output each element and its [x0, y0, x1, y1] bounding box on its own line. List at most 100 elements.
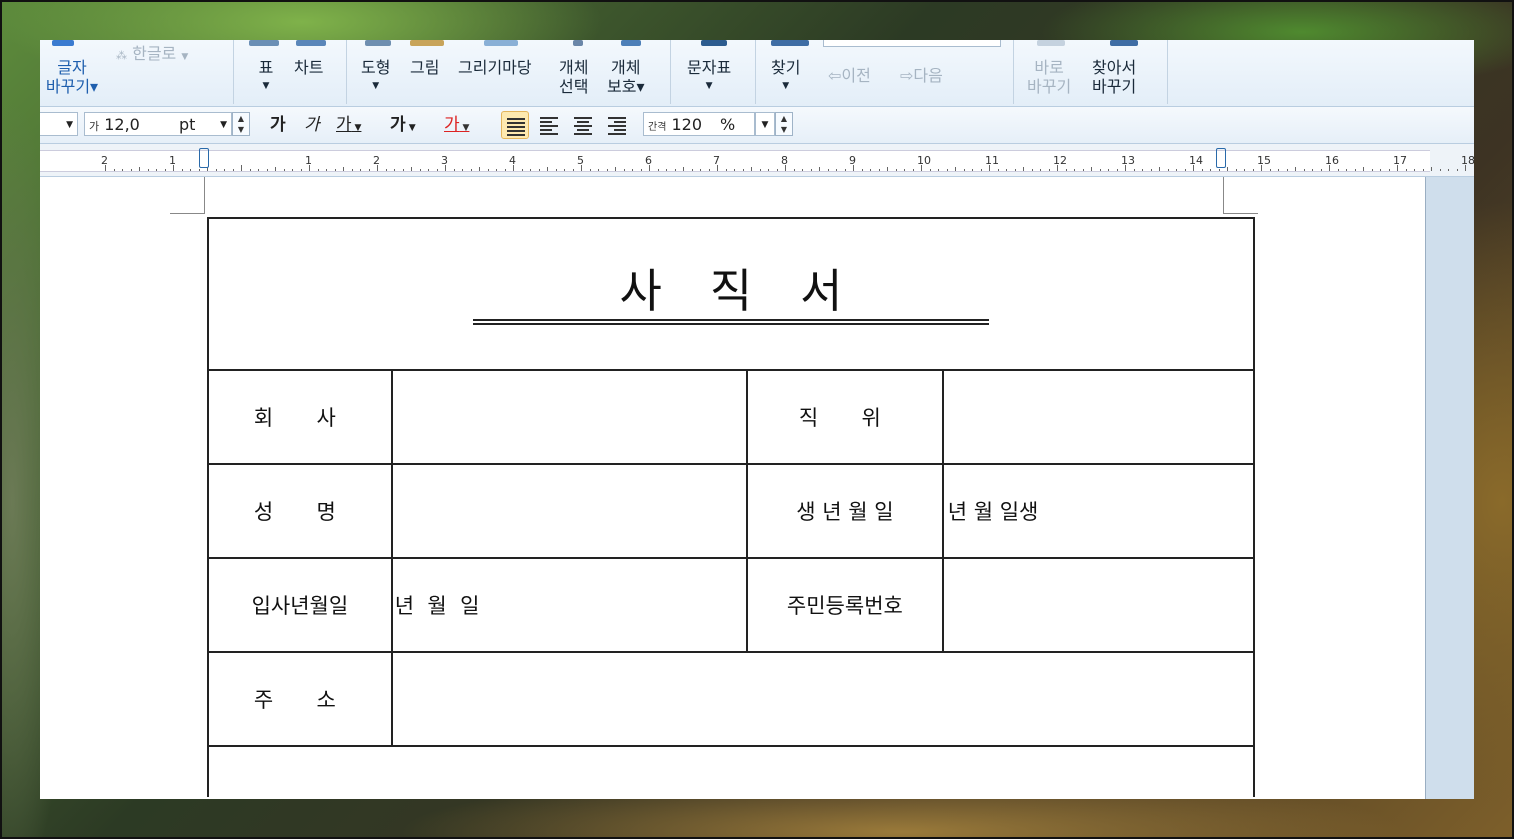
- line-spacing-dropdown[interactable]: ▼: [755, 112, 775, 136]
- ruler-tick: [513, 165, 514, 171]
- char-replace-label-2: 바꾸기▾: [45, 77, 99, 96]
- picture-button[interactable]: 그림: [410, 40, 444, 77]
- content-cell[interactable]: [207, 745, 1255, 797]
- ruler-tick: [1150, 169, 1152, 171]
- ruler-tick: [963, 169, 965, 171]
- shape-button[interactable]: 도형 ▼: [361, 40, 391, 96]
- birthdate-label-cell[interactable]: 생 년 월 일: [746, 463, 944, 559]
- font-color-button[interactable]: 가 ▼: [444, 112, 469, 138]
- char-map-button[interactable]: 문자표 ▼: [687, 40, 731, 96]
- chart-icon: [296, 40, 326, 46]
- document-page[interactable]: 사직서 회 사 직 위 성 명 생 년 월 일 년 월 일생 입사년월일 년 월…: [40, 177, 1425, 799]
- font-name-combo[interactable]: ▼: [40, 112, 78, 136]
- font-size-spinner[interactable]: ▲ ▼: [232, 112, 250, 136]
- address-value-cell[interactable]: [390, 651, 1256, 747]
- horizontal-ruler[interactable]: 2 1 1 2 3 4 5 6 7 8 9 10 11 12 13 14 15 16 17 18: [40, 144, 1474, 177]
- replace-button[interactable]: 바로 바꾸기: [1027, 40, 1072, 96]
- ruler-tick: [300, 169, 302, 171]
- ruler-number: 14: [1189, 154, 1203, 167]
- hire-date-label-cell[interactable]: 입사년월일: [207, 557, 393, 653]
- margin-corner-left: [170, 177, 205, 214]
- ruler-tick: [1456, 169, 1458, 171]
- object-protect-button[interactable]: 개체 보호▾: [607, 40, 644, 96]
- outline-button[interactable]: 가 ▼: [390, 112, 416, 138]
- ruler-tick: [759, 169, 761, 171]
- position-value-cell[interactable]: [941, 369, 1256, 465]
- char-replace-button[interactable]: 글자 바꾸기▾: [40, 40, 104, 96]
- company-value-cell[interactable]: [390, 369, 749, 465]
- ruler-tick: [1014, 169, 1016, 171]
- ruler-tick: [1159, 167, 1160, 171]
- right-align-button[interactable]: [603, 111, 631, 139]
- ruler-tick: [844, 169, 846, 171]
- line-spacing-combo[interactable]: 간격 120 %: [643, 112, 755, 136]
- ruler-tick: [1133, 169, 1135, 171]
- ruler-tick: [139, 167, 140, 171]
- ruler-tick: [632, 169, 633, 171]
- table-button[interactable]: 표 ▼: [249, 40, 279, 96]
- ruler-tick: [1414, 169, 1415, 171]
- prev-button[interactable]: ⇦이전: [828, 66, 871, 85]
- replace-label-2: 바꾸기: [1027, 77, 1072, 96]
- company-label-cell[interactable]: 회 사: [207, 369, 393, 465]
- ruler-tick: [1142, 169, 1143, 171]
- ruler-tick: [776, 169, 778, 171]
- name-label: 성 명: [253, 500, 346, 524]
- resident-number-value-cell[interactable]: [941, 557, 1256, 653]
- title-cell[interactable]: 사직서: [207, 217, 1255, 371]
- position-label-cell[interactable]: 직 위: [746, 369, 944, 465]
- ruler-tick: [538, 169, 540, 171]
- ruler-number: 15: [1257, 154, 1271, 167]
- chart-button[interactable]: 차트: [294, 40, 326, 77]
- name-label-cell[interactable]: 성 명: [207, 463, 393, 559]
- ruler-tick: [938, 169, 939, 171]
- hanja-convert-label: 한글로: [132, 44, 177, 63]
- left-align-button[interactable]: [535, 111, 563, 139]
- ruler-tick: [198, 169, 200, 171]
- line-spacing-spinner[interactable]: ▲ ▼: [775, 112, 793, 136]
- ruler-tick: [861, 169, 863, 171]
- ruler-tick: [292, 169, 293, 171]
- ruler-tick: [725, 169, 727, 171]
- next-button[interactable]: ⇨다음: [900, 66, 943, 85]
- resident-number-label-cell[interactable]: 주민등록번호: [746, 557, 944, 653]
- ruler-tick: [674, 169, 676, 171]
- picture-label: 그림: [410, 58, 440, 77]
- ruler-tick: [190, 169, 191, 171]
- object-select-button[interactable]: 개체 선택: [559, 40, 588, 96]
- center-align-button[interactable]: [569, 111, 597, 139]
- birthdate-value-cell[interactable]: 년 월 일생: [941, 463, 1256, 559]
- find-input[interactable]: [823, 40, 1001, 47]
- shape-icon: [365, 40, 391, 46]
- ruler-tick: [700, 169, 701, 171]
- ruler-tick: [479, 167, 480, 171]
- ruler-tick: [751, 167, 752, 171]
- underline-button[interactable]: 가 ▼: [336, 112, 361, 138]
- ruler-tick: [147, 169, 149, 171]
- right-indent-marker[interactable]: [1216, 148, 1226, 168]
- vertical-scrollbar[interactable]: [1425, 177, 1474, 799]
- drawing-gallery-button[interactable]: 그리기마당: [458, 40, 532, 77]
- left-indent-marker[interactable]: [199, 148, 209, 168]
- find-replace-button[interactable]: 찾아서 바꾸기: [1092, 40, 1138, 96]
- ruler-tick: [666, 169, 667, 171]
- name-value-cell[interactable]: [390, 463, 749, 559]
- ruler-tick: [504, 169, 506, 171]
- drawing-gallery-label: 그리기마당: [458, 58, 532, 77]
- justify-align-button[interactable]: [501, 111, 529, 139]
- birthdate-value: 년 월 일생: [947, 500, 1039, 524]
- find-button[interactable]: 찾기 ▼: [771, 40, 809, 96]
- font-size-combo[interactable]: 가 12,0 pt ▼: [84, 112, 232, 136]
- format-toolbar: ▼ 가 12,0 pt ▼ ▲ ▼ 가 가 가 ▼ 가 ▼ 가 ▼ 간격 120 …: [40, 107, 1474, 144]
- hire-date-value-cell[interactable]: 년 월 일: [390, 557, 749, 653]
- ruler-tick: [1431, 167, 1432, 171]
- ruler-tick: [1303, 169, 1305, 171]
- ruler-tick: [1286, 169, 1288, 171]
- ruler-tick: [1320, 169, 1322, 171]
- ruler-tick: [878, 169, 880, 171]
- bold-button[interactable]: 가: [270, 112, 286, 138]
- italic-button[interactable]: 가: [304, 112, 320, 138]
- address-label-cell[interactable]: 주 소: [207, 651, 393, 747]
- hanja-convert-button[interactable]: ⁂ 한글로 ▼: [116, 44, 188, 67]
- ruler-tick: [768, 169, 769, 171]
